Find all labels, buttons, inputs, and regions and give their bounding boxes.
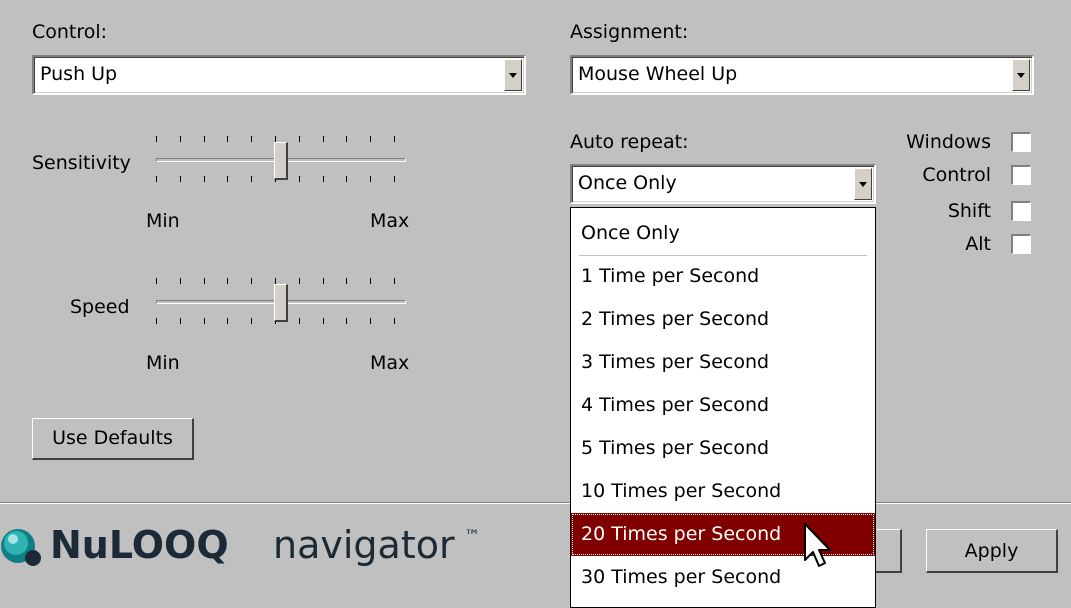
speed-tick-top (180, 278, 181, 284)
sensitivity-tick-top (204, 136, 205, 142)
control-label: Control: (32, 21, 108, 43)
sensitivity-tick-bottom (251, 176, 252, 182)
sensitivity-tick-bottom (394, 176, 395, 182)
apply-button[interactable]: Apply (926, 529, 1058, 573)
windows-label: Windows (906, 131, 991, 153)
speed-tick-top (251, 278, 252, 284)
control-dropdown-arrow-icon[interactable] (504, 59, 522, 91)
control-modifier-label: Control (922, 164, 991, 186)
speed-tick-top (394, 278, 395, 284)
sensitivity-tick-bottom (204, 176, 205, 182)
speed-tick-top (323, 278, 324, 284)
sensitivity-tick-top (251, 136, 252, 142)
speed-tick-bottom (299, 318, 300, 324)
sensitivity-min-label: Min (146, 210, 180, 232)
assignment-select-value: Mouse Wheel Up (578, 63, 738, 85)
speed-tick-bottom (394, 318, 395, 324)
sensitivity-tick-top (156, 136, 157, 142)
speed-tick-bottom (227, 318, 228, 324)
sensitivity-tick-top (180, 136, 181, 142)
speed-tick-bottom (251, 318, 252, 324)
sensitivity-tick-top (323, 136, 324, 142)
alt-label: Alt (965, 233, 991, 255)
speed-thumb[interactable] (274, 284, 288, 322)
speed-tick-bottom (370, 318, 371, 324)
assignment-dropdown-arrow-icon[interactable] (1012, 59, 1030, 91)
sensitivity-tick-top (227, 136, 228, 142)
sensitivity-tick-bottom (180, 176, 181, 182)
speed-tick-bottom (346, 318, 347, 324)
sensitivity-label: Sensitivity (32, 152, 131, 174)
dropdown-option[interactable]: 5 Times per Second (571, 427, 875, 470)
sensitivity-tick-bottom (227, 176, 228, 182)
speed-slider[interactable] (150, 272, 412, 334)
sensitivity-tick-bottom (156, 176, 157, 182)
control-modifier-checkbox[interactable] (1011, 165, 1031, 185)
speed-tick-top (370, 278, 371, 284)
speed-tick-top (346, 278, 347, 284)
sensitivity-tick-top (370, 136, 371, 142)
dropdown-option[interactable]: 2 Times per Second (571, 298, 875, 341)
speed-tick-top (299, 278, 300, 284)
sensitivity-tick-top (299, 136, 300, 142)
sensitivity-slider[interactable] (150, 130, 412, 192)
control-select-value: Push Up (40, 63, 118, 85)
shift-checkbox[interactable] (1011, 201, 1031, 221)
separator-highlight (0, 503, 1071, 504)
assignment-select[interactable]: Mouse Wheel Up (570, 55, 1034, 95)
logo-brand-text: NuLOOQ (50, 523, 229, 567)
speed-max-label: Max (370, 352, 410, 374)
alt-checkbox[interactable] (1011, 234, 1031, 254)
logo-product-text: navigator (273, 523, 455, 567)
speed-tick-top (204, 278, 205, 284)
windows-checkbox[interactable] (1011, 132, 1031, 152)
auto-repeat-label: Auto repeat: (570, 131, 689, 153)
dropdown-option[interactable]: 1 Time per Second (571, 255, 875, 298)
dropdown-option[interactable]: 3 Times per Second (571, 341, 875, 384)
speed-label: Speed (70, 296, 130, 318)
use-defaults-button[interactable]: Use Defaults (32, 418, 194, 460)
shift-label: Shift (947, 200, 991, 222)
speed-tick-top (227, 278, 228, 284)
sensitivity-tick-bottom (323, 176, 324, 182)
dropdown-option[interactable]: Once Only (571, 212, 875, 255)
speed-tick-bottom (323, 318, 324, 324)
auto-repeat-select-value: Once Only (578, 172, 677, 194)
auto-repeat-select[interactable]: Once Only (570, 164, 876, 204)
sensitivity-tick-bottom (370, 176, 371, 182)
nulooq-logo-icon (0, 524, 44, 568)
speed-tick-top (156, 278, 157, 284)
dropdown-option[interactable]: 4 Times per Second (571, 384, 875, 427)
control-select[interactable]: Push Up (32, 55, 526, 95)
auto-repeat-dropdown-arrow-icon[interactable] (854, 168, 872, 200)
sensitivity-tick-bottom (346, 176, 347, 182)
sensitivity-max-label: Max (370, 210, 410, 232)
sensitivity-tick-top (346, 136, 347, 142)
speed-tick-bottom (180, 318, 181, 324)
speed-min-label: Min (146, 352, 180, 374)
sensitivity-tick-bottom (299, 176, 300, 182)
speed-tick-bottom (156, 318, 157, 324)
logo-trademark: ™ (464, 526, 480, 545)
speed-tick-bottom (204, 318, 205, 324)
sensitivity-tick-top (394, 136, 395, 142)
mouse-cursor-icon (803, 522, 833, 570)
assignment-label: Assignment: (570, 21, 689, 43)
sensitivity-thumb[interactable] (274, 142, 288, 180)
dropdown-option[interactable]: 10 Times per Second (571, 470, 875, 513)
